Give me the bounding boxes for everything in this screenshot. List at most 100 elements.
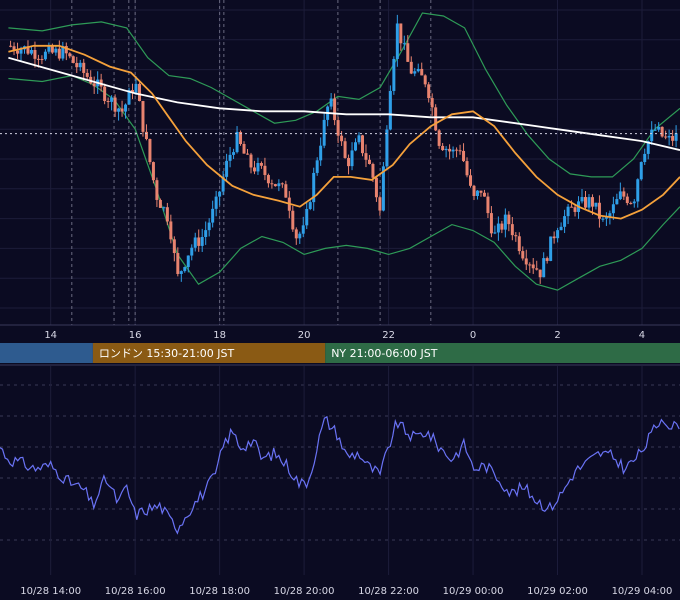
candle-body bbox=[552, 236, 556, 239]
candle-body bbox=[40, 59, 44, 61]
candle-body bbox=[615, 199, 619, 205]
candle-body bbox=[657, 126, 661, 130]
price-x-tick-label: 20 bbox=[298, 330, 311, 341]
candle-body bbox=[371, 164, 375, 178]
candle-body bbox=[514, 235, 518, 237]
candle-body bbox=[242, 143, 246, 154]
candle-body bbox=[479, 190, 483, 193]
candle-body bbox=[493, 232, 497, 234]
candle-body bbox=[399, 23, 403, 44]
candle-body bbox=[594, 202, 598, 207]
candle-body bbox=[124, 104, 128, 112]
candle-body bbox=[57, 48, 61, 59]
candle-body bbox=[148, 139, 152, 163]
price-x-tick-label: 0 bbox=[470, 330, 476, 341]
candle-body bbox=[68, 53, 72, 57]
candle-body bbox=[301, 225, 305, 234]
session-label: ロンドン 15:30-21:00 JST bbox=[99, 347, 235, 360]
candle-body bbox=[259, 163, 263, 166]
candle-body bbox=[29, 50, 33, 54]
candle-body bbox=[120, 108, 124, 112]
candle-body bbox=[566, 206, 570, 217]
candle-body bbox=[162, 207, 166, 209]
candle-body bbox=[374, 177, 378, 198]
candle-body bbox=[315, 160, 319, 173]
candle-body bbox=[570, 206, 574, 208]
price-x-tick-label: 16 bbox=[129, 330, 142, 341]
candle-body bbox=[218, 191, 222, 197]
candle-body bbox=[33, 50, 37, 59]
candle-body bbox=[186, 255, 190, 268]
candle-body bbox=[92, 83, 96, 87]
candle-body bbox=[556, 230, 560, 239]
candle-body bbox=[434, 107, 438, 131]
candle-body bbox=[364, 153, 368, 160]
price-x-axis: 14 16 18 20 22 0 2 4 bbox=[0, 324, 680, 342]
oscillator-x-tick-label: 10/28 16:00 bbox=[105, 586, 166, 597]
candle-body bbox=[183, 267, 187, 272]
candle-body bbox=[458, 150, 462, 152]
candle-body bbox=[455, 149, 459, 151]
candle-body bbox=[225, 160, 229, 177]
candle-body bbox=[273, 184, 277, 187]
candle-body bbox=[336, 120, 340, 136]
oscillator-x-tick-label: 10/29 04:00 bbox=[612, 586, 673, 597]
candle-body bbox=[472, 185, 476, 196]
candle-body bbox=[263, 165, 267, 176]
candle-body bbox=[106, 101, 110, 103]
candle-body bbox=[664, 136, 668, 138]
candle-body bbox=[503, 214, 507, 230]
candle-body bbox=[639, 162, 643, 180]
price-panel-background bbox=[0, 0, 680, 325]
candle-body bbox=[360, 135, 364, 154]
candle-body bbox=[392, 58, 396, 91]
candle-body bbox=[671, 135, 675, 141]
candle-body bbox=[625, 196, 629, 204]
session-label: NY 21:00-06:00 JST bbox=[331, 347, 438, 360]
candle-body bbox=[319, 145, 323, 161]
candle-body bbox=[538, 269, 542, 278]
candle-body bbox=[169, 221, 173, 240]
candle-body bbox=[113, 97, 117, 112]
candle-body bbox=[462, 150, 466, 162]
candle-body bbox=[291, 210, 295, 230]
candle-body bbox=[535, 268, 539, 270]
candle-body bbox=[252, 167, 256, 172]
candle-body bbox=[667, 135, 671, 138]
candle-body bbox=[141, 101, 145, 132]
oscillator-x-tick-label: 10/28 20:00 bbox=[274, 586, 335, 597]
candle-body bbox=[16, 50, 20, 54]
candle-body bbox=[354, 142, 358, 151]
candle-body bbox=[475, 190, 479, 196]
candle-body bbox=[500, 223, 504, 230]
oscillator-x-tick-label: 10/29 02:00 bbox=[527, 586, 588, 597]
candle-body bbox=[528, 264, 532, 266]
candle-body bbox=[277, 183, 281, 187]
candle-body bbox=[406, 43, 410, 62]
oscillator-x-tick-label: 10/29 00:00 bbox=[443, 586, 504, 597]
candle-body bbox=[611, 204, 615, 214]
candle-body bbox=[340, 135, 344, 142]
candle-body bbox=[207, 222, 211, 231]
candle-body bbox=[54, 48, 58, 53]
candle-body bbox=[235, 131, 239, 153]
candle-body bbox=[165, 207, 169, 222]
candle-body bbox=[232, 152, 236, 155]
candle-body bbox=[329, 98, 333, 107]
candle-body bbox=[430, 98, 434, 108]
candle-body bbox=[117, 108, 121, 112]
candle-body bbox=[172, 239, 176, 254]
candle-body bbox=[347, 157, 351, 167]
chart-canvas: 14 16 18 20 22 0 2 4 ロンドン 15:30-21:00 JST NY 21:… bbox=[0, 0, 680, 600]
candle-body bbox=[385, 129, 389, 167]
candle-body bbox=[451, 149, 455, 152]
candle-body bbox=[413, 71, 417, 74]
candle-body bbox=[632, 201, 636, 204]
candle-body bbox=[305, 208, 309, 226]
candle-body bbox=[19, 49, 23, 54]
candle-body bbox=[448, 148, 452, 152]
candle-body bbox=[350, 150, 354, 167]
price-x-tick-label: 4 bbox=[639, 330, 645, 341]
candle-body bbox=[496, 223, 500, 233]
candle-body bbox=[9, 45, 13, 47]
